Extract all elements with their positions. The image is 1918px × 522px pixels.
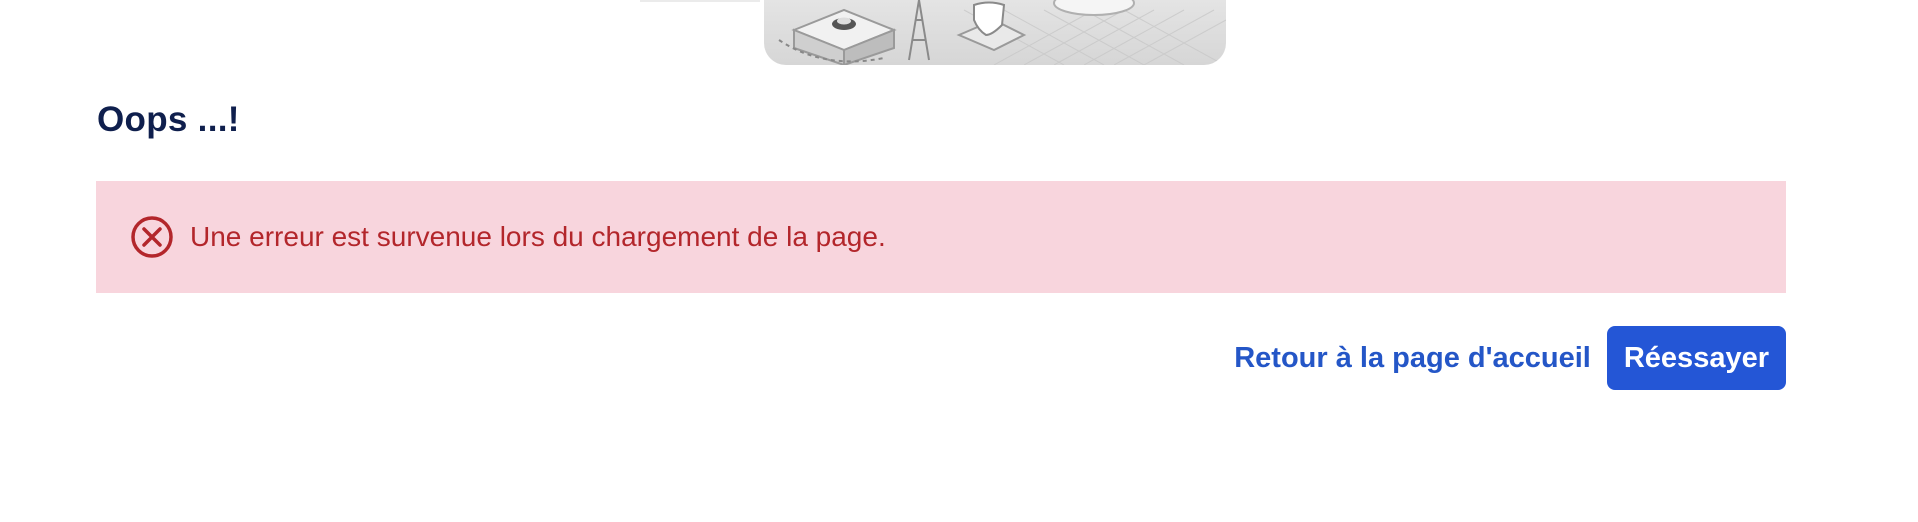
isometric-server-illustration-icon [778, 0, 1226, 65]
retry-button[interactable]: Réessayer [1606, 326, 1786, 390]
back-to-home-link[interactable]: Retour à la page d'accueil [1234, 342, 1591, 375]
error-page: Oops ...! Une erreur est survenue lors d… [0, 0, 1918, 522]
error-illustration [764, 0, 1226, 65]
page-title: Oops ...! [97, 100, 240, 139]
error-actions: Retour à la page d'accueil Réessayer [1234, 326, 1786, 390]
error-message: Une erreur est survenue lors du chargeme… [190, 221, 886, 252]
illustration-divider [640, 0, 760, 2]
error-alert: Une erreur est survenue lors du chargeme… [96, 181, 1786, 293]
error-circle-x-icon [130, 215, 174, 259]
